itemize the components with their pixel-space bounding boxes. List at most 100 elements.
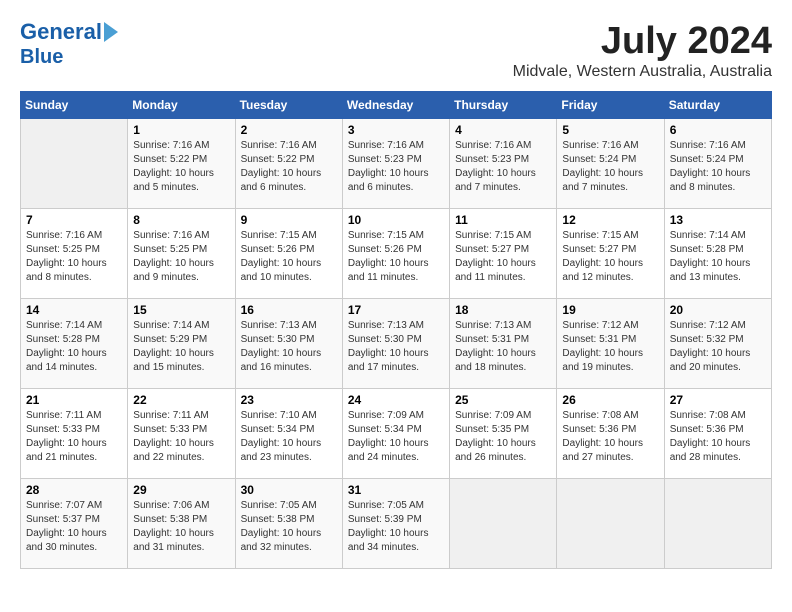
day-number: 13 <box>670 213 766 227</box>
day-info: Sunrise: 7:07 AMSunset: 5:37 PMDaylight:… <box>26 499 122 555</box>
day-info: Sunrise: 7:08 AMSunset: 5:36 PMDaylight:… <box>562 409 658 465</box>
calendar-cell <box>21 119 128 209</box>
logo-text-general: General <box>20 20 102 44</box>
week-row-4: 28 Sunrise: 7:07 AMSunset: 5:37 PMDayligh… <box>21 479 772 569</box>
calendar-cell: 22Sunrise: 7:11 AMSunset: 5:33 PMDayligh… <box>128 389 235 479</box>
week-row-3: 21 Sunrise: 7:11 AMSunset: 5:33 PMDayligh… <box>21 389 772 479</box>
page-title: July 2024 <box>513 20 772 63</box>
day-number: 10 <box>348 213 444 227</box>
day-info: Sunrise: 7:16 AMSunset: 5:23 PMDaylight:… <box>348 139 444 195</box>
calendar-cell: 26 Sunrise: 7:08 AMSunset: 5:36 PMDayligh… <box>557 389 664 479</box>
header-tuesday: Tuesday <box>235 92 342 119</box>
day-number: 17 <box>348 303 444 317</box>
day-number: 6 <box>670 123 766 137</box>
day-number: 1 <box>133 123 229 137</box>
day-info: Sunrise: 7:14 AMSunset: 5:29 PMDaylight:… <box>133 319 229 375</box>
calendar-cell: 8 Sunrise: 7:16 AMSunset: 5:25 PMDaylight… <box>128 209 235 299</box>
calendar-cell: 30 Sunrise: 7:05 AMSunset: 5:38 PMDayligh… <box>235 479 342 569</box>
day-info: Sunrise: 7:13 AMSunset: 5:30 PMDaylight:… <box>348 319 444 375</box>
day-info: Sunrise: 7:16 AMSunset: 5:25 PMDaylight:… <box>133 229 229 285</box>
day-number: 18 <box>455 303 551 317</box>
calendar-cell: 19 Sunrise: 7:12 AMSunset: 5:31 PMDayligh… <box>557 299 664 389</box>
day-number: 31 <box>348 483 444 497</box>
page-header: General Blue July 2024 Midvale, Western … <box>20 20 772 81</box>
day-number: 9 <box>241 213 337 227</box>
day-info: Sunrise: 7:06 AMSunset: 5:38 PMDaylight:… <box>133 499 229 555</box>
title-section: July 2024 Midvale, Western Australia, Au… <box>513 20 772 81</box>
day-number: 12 <box>562 213 658 227</box>
calendar-cell: 31 Sunrise: 7:05 AMSunset: 5:39 PMDayligh… <box>342 479 449 569</box>
calendar-table: SundayMondayTuesdayWednesdayThursdayFrid… <box>20 91 772 569</box>
calendar-cell: 10 Sunrise: 7:15 AMSunset: 5:26 PMDayligh… <box>342 209 449 299</box>
day-number: 8 <box>133 213 229 227</box>
header-wednesday: Wednesday <box>342 92 449 119</box>
calendar-cell: 20 Sunrise: 7:12 AMSunset: 5:32 PMDayligh… <box>664 299 771 389</box>
page-subtitle: Midvale, Western Australia, Australia <box>513 63 772 81</box>
day-info: Sunrise: 7:15 AMSunset: 5:27 PMDaylight:… <box>562 229 658 285</box>
day-info: Sunrise: 7:12 AMSunset: 5:31 PMDaylight:… <box>562 319 658 375</box>
calendar-cell: 9Sunrise: 7:15 AMSunset: 5:26 PMDaylight… <box>235 209 342 299</box>
header-friday: Friday <box>557 92 664 119</box>
day-number: 30 <box>241 483 337 497</box>
header-sunday: Sunday <box>21 92 128 119</box>
day-number: 5 <box>562 123 658 137</box>
day-info: Sunrise: 7:12 AMSunset: 5:32 PMDaylight:… <box>670 319 766 375</box>
calendar-cell: 12 Sunrise: 7:15 AMSunset: 5:27 PMDayligh… <box>557 209 664 299</box>
calendar-cell: 18 Sunrise: 7:13 AMSunset: 5:31 PMDayligh… <box>450 299 557 389</box>
calendar-cell: 23Sunrise: 7:10 AMSunset: 5:34 PMDayligh… <box>235 389 342 479</box>
logo: General Blue <box>20 20 118 68</box>
calendar-cell: 6 Sunrise: 7:16 AMSunset: 5:24 PMDaylight… <box>664 119 771 209</box>
day-number: 3 <box>348 123 444 137</box>
day-info: Sunrise: 7:16 AMSunset: 5:24 PMDaylight:… <box>670 139 766 195</box>
calendar-cell: 15Sunrise: 7:14 AMSunset: 5:29 PMDayligh… <box>128 299 235 389</box>
day-info: Sunrise: 7:13 AMSunset: 5:30 PMDaylight:… <box>241 319 337 375</box>
calendar-cell: 28 Sunrise: 7:07 AMSunset: 5:37 PMDayligh… <box>21 479 128 569</box>
calendar-cell: 29 Sunrise: 7:06 AMSunset: 5:38 PMDayligh… <box>128 479 235 569</box>
calendar-cell: 4Sunrise: 7:16 AMSunset: 5:23 PMDaylight… <box>450 119 557 209</box>
header-monday: Monday <box>128 92 235 119</box>
day-number: 25 <box>455 393 551 407</box>
calendar-cell: 27 Sunrise: 7:08 AMSunset: 5:36 PMDayligh… <box>664 389 771 479</box>
calendar-cell <box>450 479 557 569</box>
day-number: 11 <box>455 213 551 227</box>
day-info: Sunrise: 7:16 AMSunset: 5:25 PMDaylight:… <box>26 229 122 285</box>
calendar-cell: 11Sunrise: 7:15 AMSunset: 5:27 PMDayligh… <box>450 209 557 299</box>
calendar-cell: 5Sunrise: 7:16 AMSunset: 5:24 PMDaylight… <box>557 119 664 209</box>
day-info: Sunrise: 7:14 AMSunset: 5:28 PMDaylight:… <box>670 229 766 285</box>
day-number: 29 <box>133 483 229 497</box>
calendar-cell: 21 Sunrise: 7:11 AMSunset: 5:33 PMDayligh… <box>21 389 128 479</box>
calendar-cell: 24Sunrise: 7:09 AMSunset: 5:34 PMDayligh… <box>342 389 449 479</box>
day-number: 19 <box>562 303 658 317</box>
day-info: Sunrise: 7:16 AMSunset: 5:22 PMDaylight:… <box>133 139 229 195</box>
day-number: 26 <box>562 393 658 407</box>
day-number: 16 <box>241 303 337 317</box>
day-info: Sunrise: 7:05 AMSunset: 5:39 PMDaylight:… <box>348 499 444 555</box>
header-thursday: Thursday <box>450 92 557 119</box>
calendar-cell: 25 Sunrise: 7:09 AMSunset: 5:35 PMDayligh… <box>450 389 557 479</box>
day-info: Sunrise: 7:08 AMSunset: 5:36 PMDaylight:… <box>670 409 766 465</box>
day-info: Sunrise: 7:14 AMSunset: 5:28 PMDaylight:… <box>26 319 122 375</box>
day-number: 22 <box>133 393 229 407</box>
day-number: 27 <box>670 393 766 407</box>
day-number: 14 <box>26 303 122 317</box>
day-info: Sunrise: 7:05 AMSunset: 5:38 PMDaylight:… <box>241 499 337 555</box>
day-info: Sunrise: 7:13 AMSunset: 5:31 PMDaylight:… <box>455 319 551 375</box>
calendar-cell: 3 Sunrise: 7:16 AMSunset: 5:23 PMDaylight… <box>342 119 449 209</box>
week-row-0: 1 Sunrise: 7:16 AMSunset: 5:22 PMDaylight… <box>21 119 772 209</box>
calendar-cell: 13 Sunrise: 7:14 AMSunset: 5:28 PMDayligh… <box>664 209 771 299</box>
day-info: Sunrise: 7:09 AMSunset: 5:34 PMDaylight:… <box>348 409 444 465</box>
calendar-cell: 1 Sunrise: 7:16 AMSunset: 5:22 PMDaylight… <box>128 119 235 209</box>
day-number: 21 <box>26 393 122 407</box>
day-info: Sunrise: 7:09 AMSunset: 5:35 PMDaylight:… <box>455 409 551 465</box>
day-info: Sunrise: 7:11 AMSunset: 5:33 PMDaylight:… <box>26 409 122 465</box>
day-number: 28 <box>26 483 122 497</box>
day-number: 2 <box>241 123 337 137</box>
calendar-cell <box>664 479 771 569</box>
calendar-cell: 2Sunrise: 7:16 AMSunset: 5:22 PMDaylight… <box>235 119 342 209</box>
day-info: Sunrise: 7:15 AMSunset: 5:26 PMDaylight:… <box>348 229 444 285</box>
calendar-cell <box>557 479 664 569</box>
header-row: SundayMondayTuesdayWednesdayThursdayFrid… <box>21 92 772 119</box>
calendar-cell: 16 Sunrise: 7:13 AMSunset: 5:30 PMDayligh… <box>235 299 342 389</box>
day-number: 4 <box>455 123 551 137</box>
day-number: 20 <box>670 303 766 317</box>
